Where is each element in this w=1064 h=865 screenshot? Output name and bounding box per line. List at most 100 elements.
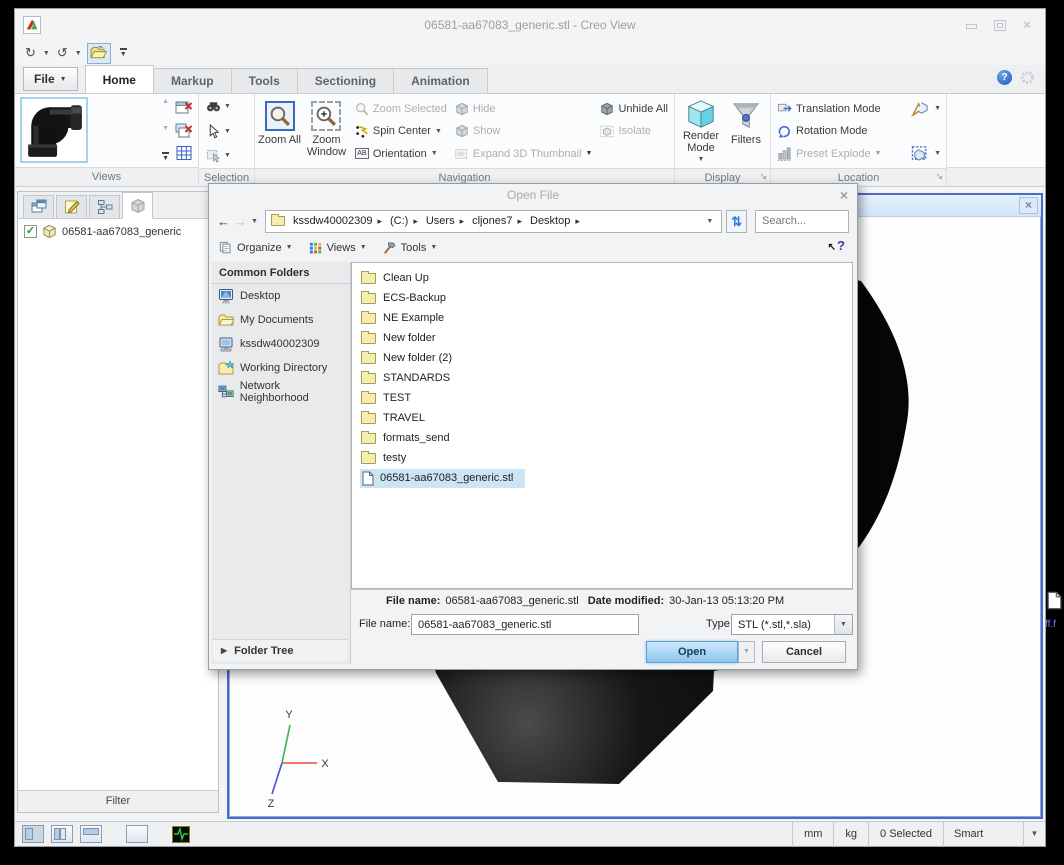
delete-view-icon[interactable] bbox=[173, 121, 194, 139]
search-select-button[interactable]: ▼ bbox=[203, 95, 250, 118]
breadcrumb-desktop[interactable]: Desktop bbox=[529, 215, 586, 227]
breadcrumb-user[interactable]: cljones7 bbox=[471, 215, 528, 227]
view-up-icon[interactable]: ▲ bbox=[162, 98, 169, 105]
sidebar-item-network[interactable]: Network Neighborhood bbox=[211, 380, 350, 404]
open-options-icon[interactable]: ▼ bbox=[738, 641, 755, 663]
redo-icon[interactable]: ↻ bbox=[23, 44, 38, 62]
file-list-item[interactable]: Clean Up bbox=[352, 268, 852, 288]
desktop-shortcut-icon[interactable] bbox=[1047, 591, 1062, 615]
view-down-icon[interactable]: ▼ bbox=[162, 125, 169, 132]
filter-bar[interactable]: Filter bbox=[18, 790, 218, 812]
file-list-item[interactable]: NE Example bbox=[352, 308, 852, 328]
file-list-item[interactable]: testy bbox=[352, 448, 852, 468]
sidebar-item-my-documents[interactable]: My Documents bbox=[211, 308, 350, 332]
sidebar-item-desktop[interactable]: Desktop bbox=[211, 284, 350, 308]
display-dialog-launcher-icon[interactable]: ↘ bbox=[759, 171, 767, 182]
file-list-item[interactable]: STANDARDS bbox=[352, 368, 852, 388]
refresh-icon[interactable]: ⇅ bbox=[726, 209, 747, 233]
sidebar-item-working-directory[interactable]: Working Directory bbox=[211, 356, 350, 380]
view-gallery-icon[interactable] bbox=[173, 144, 194, 162]
maximize-button[interactable] bbox=[993, 19, 1006, 31]
cancel-button[interactable]: Cancel bbox=[762, 641, 846, 663]
layout-left-pane-button[interactable] bbox=[22, 825, 44, 843]
tree-item[interactable]: 06581-aa67083_generic bbox=[24, 224, 212, 239]
location-dialog-launcher-icon[interactable]: ↘ bbox=[935, 171, 943, 182]
zoom-all-button[interactable]: Zoom All bbox=[258, 96, 301, 166]
units-mass[interactable]: kg bbox=[833, 821, 868, 847]
checkbox-checked-icon[interactable] bbox=[24, 225, 37, 238]
unhide-all-button[interactable]: Unhide All bbox=[600, 98, 668, 119]
tab-groups-panel[interactable] bbox=[89, 195, 120, 218]
units-length[interactable]: mm bbox=[792, 821, 833, 847]
layout-split-pane-button[interactable] bbox=[51, 825, 73, 843]
file-list-item[interactable]: New folder (2) bbox=[352, 348, 852, 368]
breadcrumb-drive[interactable]: (C:) bbox=[389, 215, 424, 227]
orientation-button[interactable]: AB Orientation ▼ bbox=[354, 143, 447, 164]
help-icon[interactable]: ? bbox=[997, 70, 1012, 85]
chevron-down-icon[interactable]: ▼ bbox=[834, 615, 852, 634]
model-thumbnail[interactable] bbox=[20, 97, 88, 163]
folder-tree-expander[interactable]: ▶ Folder Tree bbox=[213, 639, 348, 661]
views-menu[interactable]: Views ▼ bbox=[309, 241, 367, 255]
chevron-down-icon[interactable]: ▼ bbox=[1023, 821, 1045, 847]
gear-icon[interactable] bbox=[1020, 70, 1035, 85]
file-menu-button[interactable]: File ▼ bbox=[23, 67, 78, 91]
open-button[interactable]: Open bbox=[646, 641, 738, 663]
performance-monitor-icon[interactable] bbox=[172, 825, 190, 843]
search-input[interactable] bbox=[755, 209, 849, 233]
file-list-item[interactable]: TEST bbox=[352, 388, 852, 408]
breadcrumb-users[interactable]: Users bbox=[425, 215, 470, 227]
tab-tools[interactable]: Tools bbox=[230, 68, 298, 93]
tab-animation[interactable]: Animation bbox=[393, 68, 488, 93]
desktop-shortcut-label[interactable]: ff.f bbox=[1045, 619, 1056, 630]
select-mode-button[interactable]: ▼ bbox=[203, 120, 250, 143]
minimize-button[interactable] bbox=[965, 19, 977, 30]
tab-sectioning[interactable]: Sectioning bbox=[296, 68, 395, 93]
file-list-item[interactable]: ECS-Backup bbox=[352, 288, 852, 308]
history-dropdown-icon[interactable]: ▼ bbox=[251, 218, 258, 225]
translation-mode-button[interactable]: Translation Mode bbox=[777, 98, 903, 119]
path-dropdown-icon[interactable]: ▼ bbox=[703, 218, 716, 225]
reset-location-button[interactable]: ▼ bbox=[911, 143, 941, 164]
file-list[interactable]: Clean Up ECS-Backup NE Example New folde… bbox=[351, 262, 853, 589]
tab-home[interactable]: Home bbox=[84, 65, 154, 93]
undo-icon[interactable]: ↺ bbox=[55, 44, 70, 62]
undo-dropdown-icon[interactable]: ▼ bbox=[73, 50, 84, 57]
expand-3d-thumbnail-button[interactable]: Expand 3D Thumbnail ▼ bbox=[455, 143, 592, 164]
tab-markup[interactable]: Markup bbox=[152, 68, 232, 93]
sidebar-item-computer[interactable]: kssdw40002309 bbox=[211, 332, 350, 356]
viewport-close-icon[interactable]: × bbox=[1019, 197, 1038, 214]
zoom-selected-button[interactable]: Zoom Selected bbox=[355, 98, 447, 119]
file-list-item[interactable]: TRAVEL bbox=[352, 408, 852, 428]
view-more-icon[interactable]: ▼ bbox=[162, 152, 169, 162]
select-options-button[interactable]: ▼ bbox=[203, 144, 250, 167]
close-button[interactable]: × bbox=[1021, 18, 1033, 31]
open-file-button[interactable] bbox=[86, 42, 111, 64]
new-view-icon[interactable] bbox=[173, 98, 194, 116]
tools-menu[interactable]: Tools ▼ bbox=[383, 241, 437, 255]
hide-button[interactable]: Hide bbox=[455, 98, 593, 119]
isolate-button[interactable]: Isolate bbox=[600, 121, 668, 142]
filters-button[interactable]: Filters bbox=[726, 96, 766, 166]
rotation-mode-button[interactable]: Rotation Mode bbox=[777, 121, 903, 142]
breadcrumb[interactable]: kssdw40002309 (C:) Users cljones7 Deskto… bbox=[264, 209, 723, 233]
tab-views-panel[interactable] bbox=[23, 195, 54, 218]
organize-menu[interactable]: Organize ▼ bbox=[219, 241, 293, 255]
back-icon[interactable]: ← bbox=[217, 214, 230, 229]
zoom-window-button[interactable]: Zoom Window bbox=[303, 96, 350, 166]
context-help-icon[interactable]: ? bbox=[828, 238, 845, 253]
forward-icon[interactable]: → bbox=[234, 214, 247, 229]
render-mode-button[interactable]: Render Mode ▼ bbox=[678, 96, 724, 166]
customize-toolbar-icon[interactable]: ▼ bbox=[119, 47, 127, 59]
tab-markups-panel[interactable] bbox=[56, 195, 87, 218]
file-name-input[interactable] bbox=[411, 614, 639, 635]
redo-dropdown-icon[interactable]: ▼ bbox=[41, 50, 52, 57]
breadcrumb-computer[interactable]: kssdw40002309 bbox=[292, 215, 388, 227]
layout-single-pane-button[interactable] bbox=[126, 825, 148, 843]
selection-mode-combo[interactable]: Smart ▼ bbox=[943, 821, 1045, 847]
dialog-title-bar[interactable]: Open File × bbox=[209, 184, 857, 207]
spin-center-button[interactable]: Spin Center ▼ bbox=[355, 121, 447, 142]
dialog-close-icon[interactable]: × bbox=[840, 188, 848, 202]
show-button[interactable]: Show bbox=[455, 121, 593, 142]
file-type-select[interactable]: STL (*.stl,*.sla) ▼ bbox=[731, 614, 853, 635]
